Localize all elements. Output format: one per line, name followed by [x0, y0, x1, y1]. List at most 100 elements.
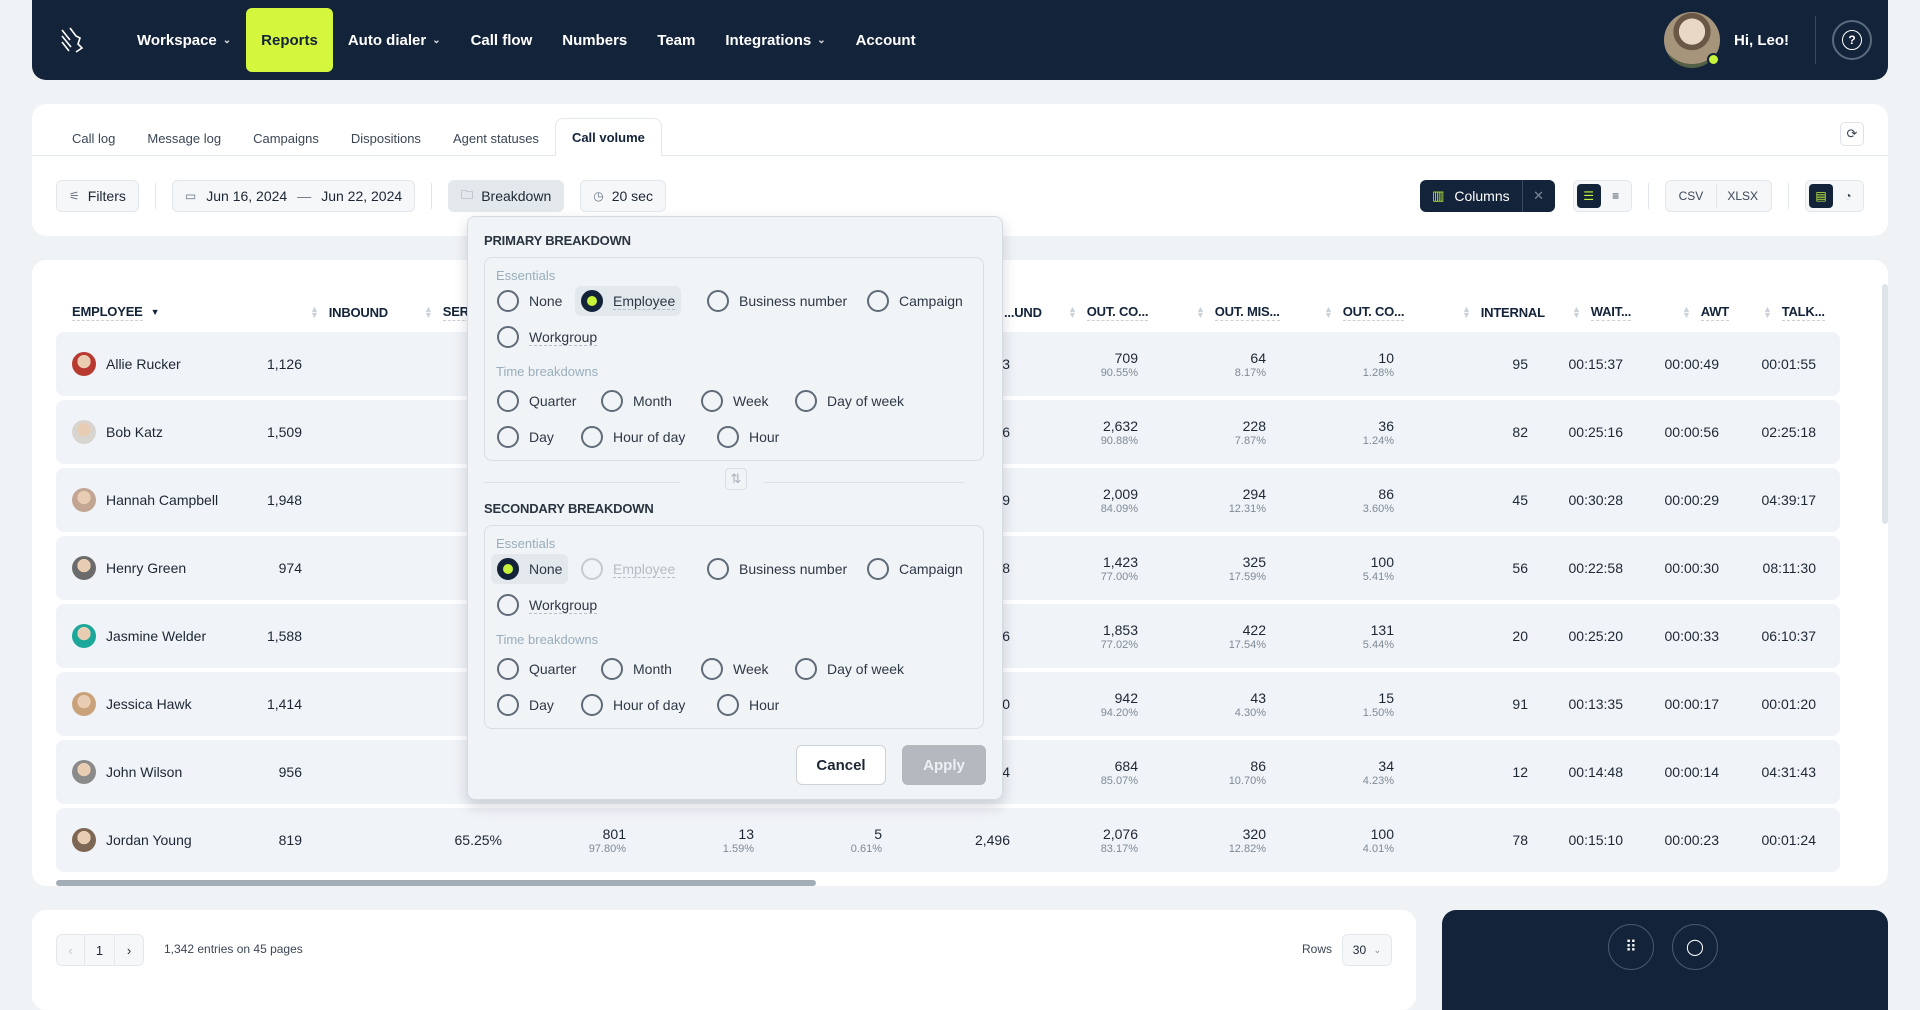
chat-icon[interactable]: ◯ [1672, 924, 1718, 970]
col-inbound[interactable]: ▲ ▼ INBOUND [310, 292, 388, 332]
prev-page-icon[interactable]: ‹ [57, 935, 85, 965]
secondary-option-none[interactable]: None [491, 554, 569, 584]
nav-account[interactable]: Account [841, 8, 931, 72]
tab-call-volume[interactable]: Call volume [554, 118, 662, 156]
primary-option-week[interactable]: Week [695, 386, 775, 416]
rows-label: Rows [1301, 942, 1332, 956]
swap-breakdowns-icon[interactable]: ⇅ [725, 468, 747, 490]
radio-icon [497, 694, 519, 716]
primary-option-quarter[interactable]: Quarter [491, 386, 582, 416]
primary-option-workgroup[interactable]: Workgroup [491, 322, 603, 352]
col-out-other[interactable]: ▲ ▼ OUT. CO... [1324, 292, 1404, 332]
tab-agent-statuses[interactable]: Agent statuses [437, 120, 555, 156]
primary-option-day[interactable]: Day [491, 422, 560, 452]
employee-cell: Jasmine Welder [72, 604, 206, 668]
primary-option-business-number[interactable]: Business number [701, 286, 853, 316]
nav-workspace[interactable]: Workspace ⌄ [122, 8, 246, 72]
radio-icon [497, 390, 519, 412]
user-avatar[interactable] [1664, 12, 1720, 68]
pagination-bar: ‹ 1 › 1,342 entries on 45 pages Rows 30 ⌄ [32, 910, 1416, 1010]
chart-view-icon[interactable]: ◔ [1836, 184, 1860, 208]
columns-open[interactable]: ▥ Columns [1420, 180, 1523, 212]
secondary-option-month[interactable]: Month [595, 654, 678, 684]
col-wait[interactable]: ▲ ▼ WAIT... [1572, 292, 1631, 332]
next-page-icon[interactable]: › [115, 935, 143, 965]
dialpad-icon[interactable]: ⠿ [1608, 924, 1654, 970]
sort-icon: ▲ ▼ [310, 304, 319, 320]
vertical-scrollbar[interactable] [1882, 284, 1888, 524]
radio-icon [707, 290, 729, 312]
export-csv-button[interactable]: CSV [1669, 184, 1714, 208]
primary-option-employee[interactable]: Employee [575, 286, 682, 316]
help-button[interactable]: ? [1832, 20, 1872, 60]
employee-name: Bob Katz [106, 424, 163, 440]
secondary-option-hour[interactable]: Hour [711, 690, 785, 720]
refresh-button[interactable]: ⟳ [1840, 122, 1864, 146]
cancel-button[interactable]: Cancel [796, 745, 886, 785]
close-icon[interactable]: ✕ [1523, 188, 1555, 204]
avatar [72, 488, 96, 512]
secondary-option-week[interactable]: Week [695, 654, 775, 684]
breakdown-button[interactable]: 🗀 Breakdown [448, 180, 565, 212]
apply-button[interactable]: Apply [902, 745, 986, 785]
nav-numbers[interactable]: Numbers [547, 8, 642, 72]
secondary-option-employee[interactable]: Employee [575, 554, 681, 584]
nav-auto-dialer[interactable]: Auto dialer ⌄ [333, 8, 456, 72]
top-nav: Workspace ⌄ Reports Auto dialer ⌄ Call flo… [32, 0, 1888, 80]
talk-cell: 06:10:37 [1761, 628, 1817, 644]
horizontal-scrollbar[interactable] [56, 880, 816, 886]
secondary-option-campaign[interactable]: Campaign [861, 554, 969, 584]
internal-cell: 82 [1512, 424, 1528, 440]
current-page[interactable]: 1 [85, 935, 115, 965]
tab-campaigns[interactable]: Campaigns [237, 120, 335, 156]
dialer-panel: ⠿ ◯ [1442, 910, 1888, 1010]
primary-option-hour[interactable]: Hour [711, 422, 785, 452]
nav-reports[interactable]: Reports [246, 8, 333, 72]
export-xlsx-button[interactable]: XLSX [1716, 184, 1768, 208]
out-missed-cell: 43 4.30% [1234, 689, 1266, 719]
logo-icon[interactable] [54, 22, 90, 58]
tab-call-log[interactable]: Call log [56, 120, 131, 156]
secondary-option-quarter[interactable]: Quarter [491, 654, 582, 684]
interval-button[interactable]: ◷ 20 sec [580, 180, 666, 212]
primary-option-campaign[interactable]: Campaign [861, 286, 969, 316]
nav-integrations[interactable]: Integrations ⌄ [710, 8, 840, 72]
secondary-breakdown-group: Essentials Time breakdowns None Employee B… [484, 525, 984, 729]
date-range-picker[interactable]: ▭ Jun 16, 2024 — Jun 22, 2024 [171, 180, 416, 212]
primary-option-none[interactable]: None [491, 286, 568, 316]
secondary-option-hour-of-day[interactable]: Hour of day [575, 690, 691, 720]
rows-per-page-select[interactable]: 30 ⌄ [1342, 934, 1392, 966]
primary-option-hour-of-day[interactable]: Hour of day [575, 422, 691, 452]
density-compact-icon[interactable]: ≡ [1604, 184, 1628, 208]
secondary-option-business-number[interactable]: Business number [701, 554, 853, 584]
col-awt[interactable]: ▲ ▼ AWT [1682, 292, 1729, 332]
nav-call-flow[interactable]: Call flow [456, 8, 548, 72]
primary-option-day-of-week[interactable]: Day of week [789, 386, 910, 416]
col-talk[interactable]: ▲ ▼ TALK... [1763, 292, 1825, 332]
columns-button[interactable]: ▥ Columns ✕ [1420, 180, 1555, 212]
secondary-option-day-of-week[interactable]: Day of week [789, 654, 910, 684]
col-outbound[interactable]: ...UND [1004, 292, 1042, 332]
density-comfortable-icon[interactable]: ☰ [1576, 184, 1601, 208]
talk-cell: 00:01:24 [1761, 832, 1817, 848]
secondary-option-workgroup[interactable]: Workgroup [491, 590, 603, 620]
internal-cell: 78 [1512, 832, 1528, 848]
user-menu[interactable]: Hi, Leo! [1664, 12, 1789, 68]
secondary-option-day[interactable]: Day [491, 690, 560, 720]
radio-icon [581, 290, 603, 312]
in-a-cell: 801 97.80% [588, 825, 626, 855]
filters-button[interactable]: ⚟ Filters [56, 180, 139, 212]
primary-option-month[interactable]: Month [595, 386, 678, 416]
nav-team[interactable]: Team [642, 8, 710, 72]
col-internal[interactable]: ▲ ▼ INTERNAL [1462, 292, 1545, 332]
tab-message-log[interactable]: Message log [131, 120, 237, 156]
table-view-icon[interactable]: ▤ [1809, 184, 1833, 208]
employee-name: Jordan Young [106, 832, 192, 848]
tab-dispositions[interactable]: Dispositions [335, 120, 437, 156]
col-out-missed[interactable]: ▲ ▼ OUT. MIS... [1196, 292, 1280, 332]
col-employee[interactable]: EMPLOYEE ▼ [72, 292, 160, 332]
out-other-cell: 34 4.23% [1362, 757, 1394, 787]
table-row[interactable]: Jordan Young 819 65.25% 801 97.80% 13 1.59% 5 0.… [56, 808, 1840, 872]
col-out-connected[interactable]: ▲ ▼ OUT. CO... [1068, 292, 1148, 332]
radio-icon [497, 290, 519, 312]
